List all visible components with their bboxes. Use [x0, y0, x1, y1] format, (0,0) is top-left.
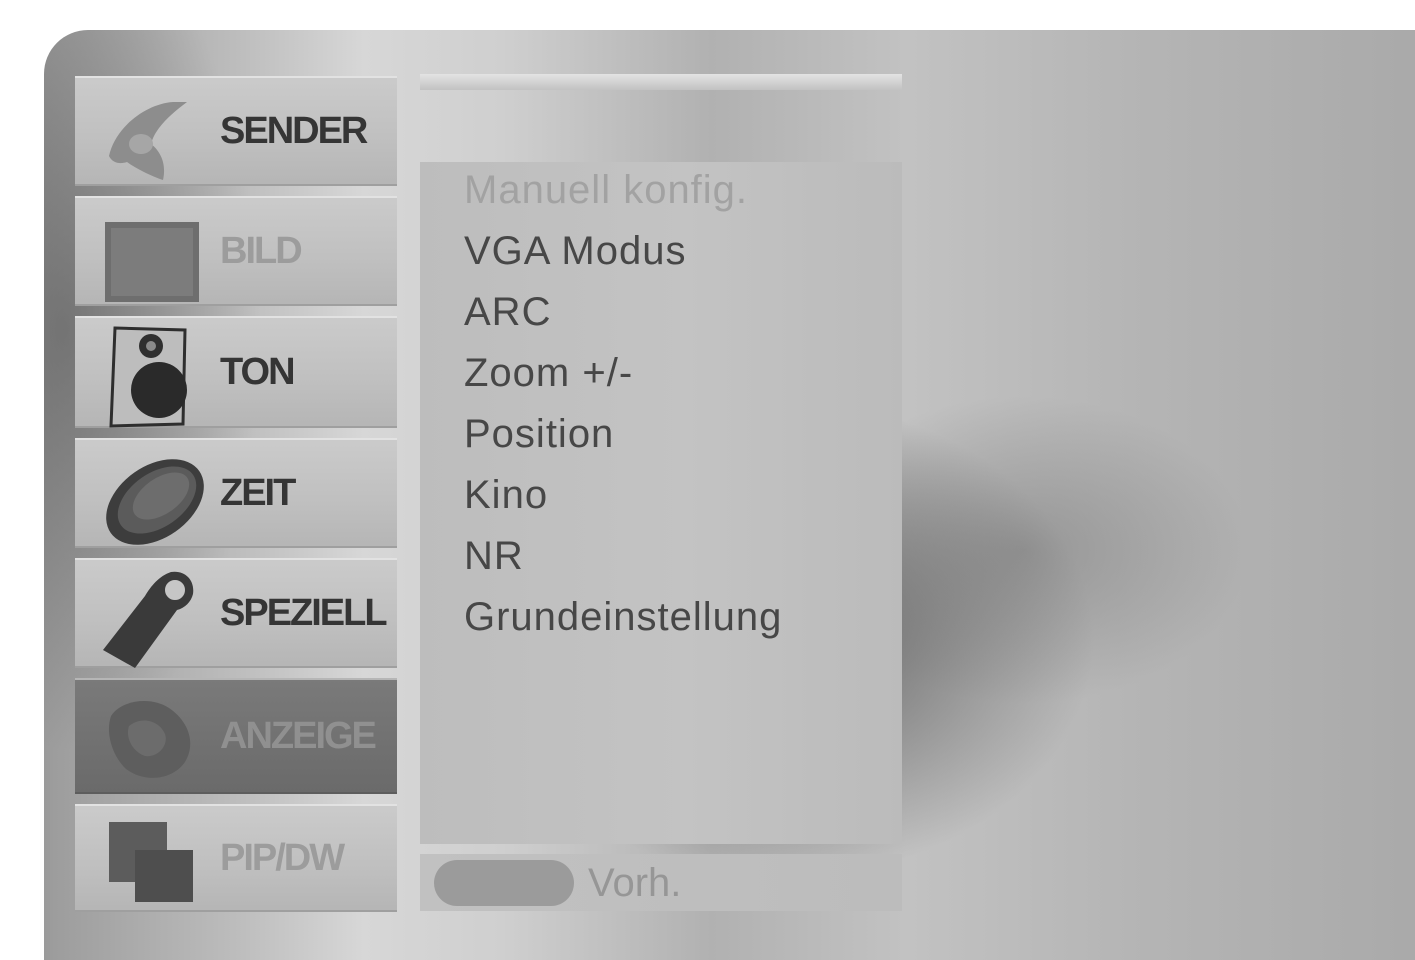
pip-icon [109, 822, 193, 902]
submenu-panel: Manuell konfig. VGA Modus ARC Zoom +/- P… [420, 162, 902, 844]
submenu-title-bar [420, 74, 902, 90]
submenu-item-grundeinstellung[interactable]: Grundeinstellung [464, 597, 782, 637]
submenu-item-position[interactable]: Position [464, 414, 614, 454]
submenu-item-kino[interactable]: Kino [464, 475, 548, 515]
submenu-item-arc[interactable]: ARC [464, 292, 551, 332]
satellite-icon [109, 102, 187, 180]
tab-label-sender: SENDER [220, 109, 368, 152]
tab-anzeige[interactable]: ANZEIGE [75, 678, 397, 794]
tag-icon [103, 571, 194, 668]
prev-button-icon[interactable] [434, 860, 574, 906]
submenu-item-zoom[interactable]: Zoom +/- [464, 353, 633, 393]
tab-label-zeit: ZEIT [220, 471, 296, 514]
tab-zeit[interactable]: ZEIT [75, 438, 397, 548]
submenu-item-vga-modus[interactable]: VGA Modus [464, 231, 686, 271]
prev-label: Vorh. [588, 860, 682, 905]
tab-pip-dw[interactable]: PIP/DW [75, 804, 397, 912]
tab-label-bild: BILD [220, 229, 303, 272]
tab-label-speziell: SPEZIELL [220, 591, 388, 634]
tab-speziell[interactable]: SPEZIELL [75, 558, 397, 668]
clock-icon [106, 459, 204, 545]
tab-ton[interactable]: TON [75, 316, 397, 428]
speaker-icon [109, 326, 187, 428]
tab-label-anzeige: ANZEIGE [220, 714, 377, 757]
tab-sender[interactable]: SENDER [75, 76, 397, 186]
tab-label-ton: TON [220, 350, 296, 393]
tab-label-pip-dw: PIP/DW [220, 836, 345, 879]
display-icon [108, 701, 191, 778]
footer-bar: Vorh. [420, 854, 902, 911]
submenu-item-manuell-konfig[interactable]: Manuell konfig. [464, 170, 748, 210]
picture-icon [105, 222, 199, 302]
tab-bild[interactable]: BILD [75, 196, 397, 306]
submenu-item-nr[interactable]: NR [464, 536, 524, 576]
